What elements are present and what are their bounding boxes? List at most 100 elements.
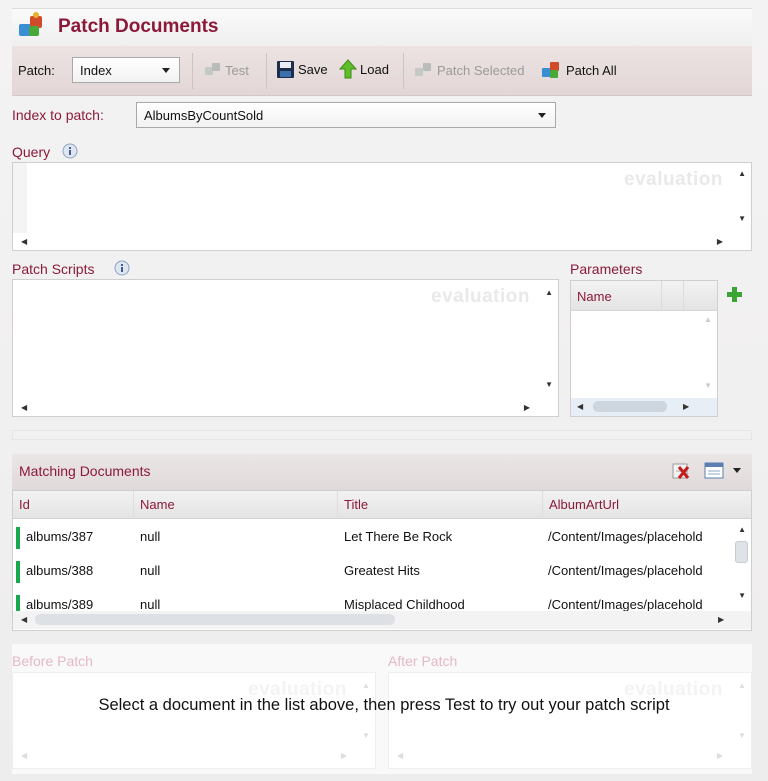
puzzle-icon (17, 12, 47, 43)
cell-title: Misplaced Childhood (344, 597, 465, 612)
cell-title: Greatest Hits (344, 563, 420, 578)
scroll-thumb[interactable] (735, 541, 748, 563)
chevron-down-icon[interactable] (733, 468, 741, 473)
table-row[interactable]: albums/387 null Let There Be Rock /Conte… (13, 520, 733, 554)
toolbar-separator (192, 53, 193, 89)
parameters-name-column[interactable]: Name (577, 289, 612, 304)
scroll-left-icon[interactable]: ◀ (21, 237, 27, 246)
documents-grid-header: Id Name Title AlbumArtUrl (13, 491, 751, 519)
column-header-albumarturl[interactable]: AlbumArtUrl (543, 491, 733, 519)
parameters-grid[interactable]: Name ▲ ▼ ◀ ▶ (570, 280, 718, 417)
scroll-left-icon: ◀ (21, 751, 28, 760)
chevron-down-icon (538, 113, 546, 118)
column-header-id[interactable]: Id (13, 491, 134, 519)
status-marker (16, 561, 20, 583)
table-row[interactable]: albums/389 null Misplaced Childhood /Con… (13, 588, 733, 612)
patch-type-select[interactable]: Index (72, 57, 180, 83)
index-to-patch-label: Index to patch: (12, 107, 104, 123)
scroll-thumb[interactable] (593, 401, 667, 412)
horizontal-scrollbar[interactable]: ◀ ▶ (571, 398, 717, 416)
scroll-right-icon: ▶ (340, 751, 347, 760)
info-icon[interactable] (114, 260, 130, 279)
save-button[interactable]: Save (276, 60, 328, 79)
scroll-down-icon: ▼ (738, 731, 746, 740)
test-label: Test (225, 62, 249, 78)
test-button[interactable]: Test (204, 61, 249, 79)
scroll-left-icon: ◀ (397, 751, 404, 760)
scroll-right-icon[interactable]: ▶ (718, 615, 724, 624)
before-patch-editor: evaluation ▲ ▼ ◀ ▶ (12, 672, 376, 769)
scroll-up-icon: ▲ (738, 681, 746, 690)
list-view-icon (704, 462, 724, 479)
scroll-up-icon[interactable]: ▲ (738, 525, 746, 534)
status-marker (16, 595, 20, 612)
index-select[interactable]: AlbumsByCountSold (136, 102, 556, 128)
floppy-disk-icon (277, 61, 294, 78)
patch-all-puzzle-icon (542, 62, 559, 78)
after-patch-editor: evaluation ▲ ▼ ◀ ▶ (388, 672, 752, 769)
query-watermark: evaluation (624, 169, 723, 190)
status-marker (16, 527, 20, 549)
scroll-left-icon[interactable]: ◀ (21, 403, 27, 412)
index-select-value: AlbumsByCountSold (144, 108, 264, 123)
cell-albumarturl: /Content/Images/placehold (548, 529, 703, 544)
patch-selected-button[interactable]: Patch Selected (414, 61, 524, 79)
cell-id: albums/389 (26, 597, 94, 612)
patch-hint-message: Select a document in the list above, the… (98, 696, 670, 714)
line-gutter (13, 163, 27, 233)
info-icon[interactable] (62, 143, 78, 162)
column-header-name[interactable]: Name (134, 491, 338, 519)
toolbar-separator (266, 53, 267, 89)
load-label: Load (360, 61, 389, 77)
patch-selected-label: Patch Selected (437, 62, 525, 78)
scroll-up-icon[interactable]: ▲ (545, 288, 553, 297)
cell-name: null (140, 529, 161, 544)
scroll-down-icon[interactable]: ▼ (704, 381, 712, 390)
page-title: Patch Documents (58, 16, 219, 37)
delete-icon (672, 463, 690, 479)
test-puzzle-icon (205, 63, 220, 75)
view-options-button[interactable] (704, 462, 724, 482)
add-parameter-button[interactable] (727, 287, 742, 305)
chevron-down-icon (162, 68, 170, 73)
splitter[interactable] (12, 430, 752, 440)
parameters-header: Name (571, 281, 717, 311)
patch-scripts-watermark: evaluation (431, 286, 530, 307)
scroll-left-icon[interactable]: ◀ (577, 402, 583, 411)
scroll-up-icon[interactable]: ▲ (704, 315, 712, 324)
scroll-right-icon[interactable]: ▶ (683, 402, 689, 411)
patch-scripts-label: Patch Scripts (12, 261, 95, 277)
plus-icon (727, 287, 742, 302)
patch-all-button[interactable]: Patch All (541, 60, 617, 80)
scroll-down-icon: ▼ (362, 731, 370, 740)
scroll-up-icon: ▲ (362, 681, 370, 690)
documents-grid: Id Name Title AlbumArtUrl albums/387 nul… (12, 490, 752, 631)
scroll-right-icon[interactable]: ▶ (524, 403, 530, 412)
documents-rows: albums/387 null Let There Be Rock /Conte… (13, 520, 733, 612)
cell-id: albums/387 (26, 529, 94, 544)
scroll-left-icon[interactable]: ◀ (21, 615, 27, 624)
save-label: Save (298, 62, 328, 77)
scroll-down-icon[interactable]: ▼ (738, 214, 746, 223)
matching-documents-title: Matching Documents (19, 463, 151, 479)
delete-documents-button[interactable] (670, 462, 692, 483)
table-row[interactable]: albums/388 null Greatest Hits /Content/I… (13, 554, 733, 588)
patch-all-label: Patch All (566, 62, 617, 78)
scroll-down-icon[interactable]: ▼ (545, 380, 553, 389)
before-patch-label: Before Patch (12, 653, 93, 669)
scroll-right-icon[interactable]: ▶ (717, 237, 723, 246)
column-divider (683, 281, 684, 311)
scroll-thumb[interactable] (35, 614, 395, 625)
horizontal-scrollbar[interactable]: ◀ ▶ (13, 611, 751, 629)
cell-albumarturl: /Content/Images/placehold (548, 597, 703, 612)
patch-selected-puzzle-icon (415, 63, 431, 76)
toolbar-separator (403, 53, 404, 89)
column-header-title[interactable]: Title (338, 491, 543, 519)
cell-title: Let There Be Rock (344, 529, 453, 544)
scroll-down-icon[interactable]: ▼ (738, 591, 746, 600)
scroll-up-icon[interactable]: ▲ (738, 169, 746, 178)
load-button[interactable]: Load (339, 59, 389, 79)
patch-script-editor[interactable]: evaluation ▲ ▼ ◀ ▶ (12, 279, 559, 417)
cell-name: null (140, 597, 161, 612)
query-editor[interactable]: evaluation ▲ ▼ ◀ ▶ (12, 162, 752, 251)
